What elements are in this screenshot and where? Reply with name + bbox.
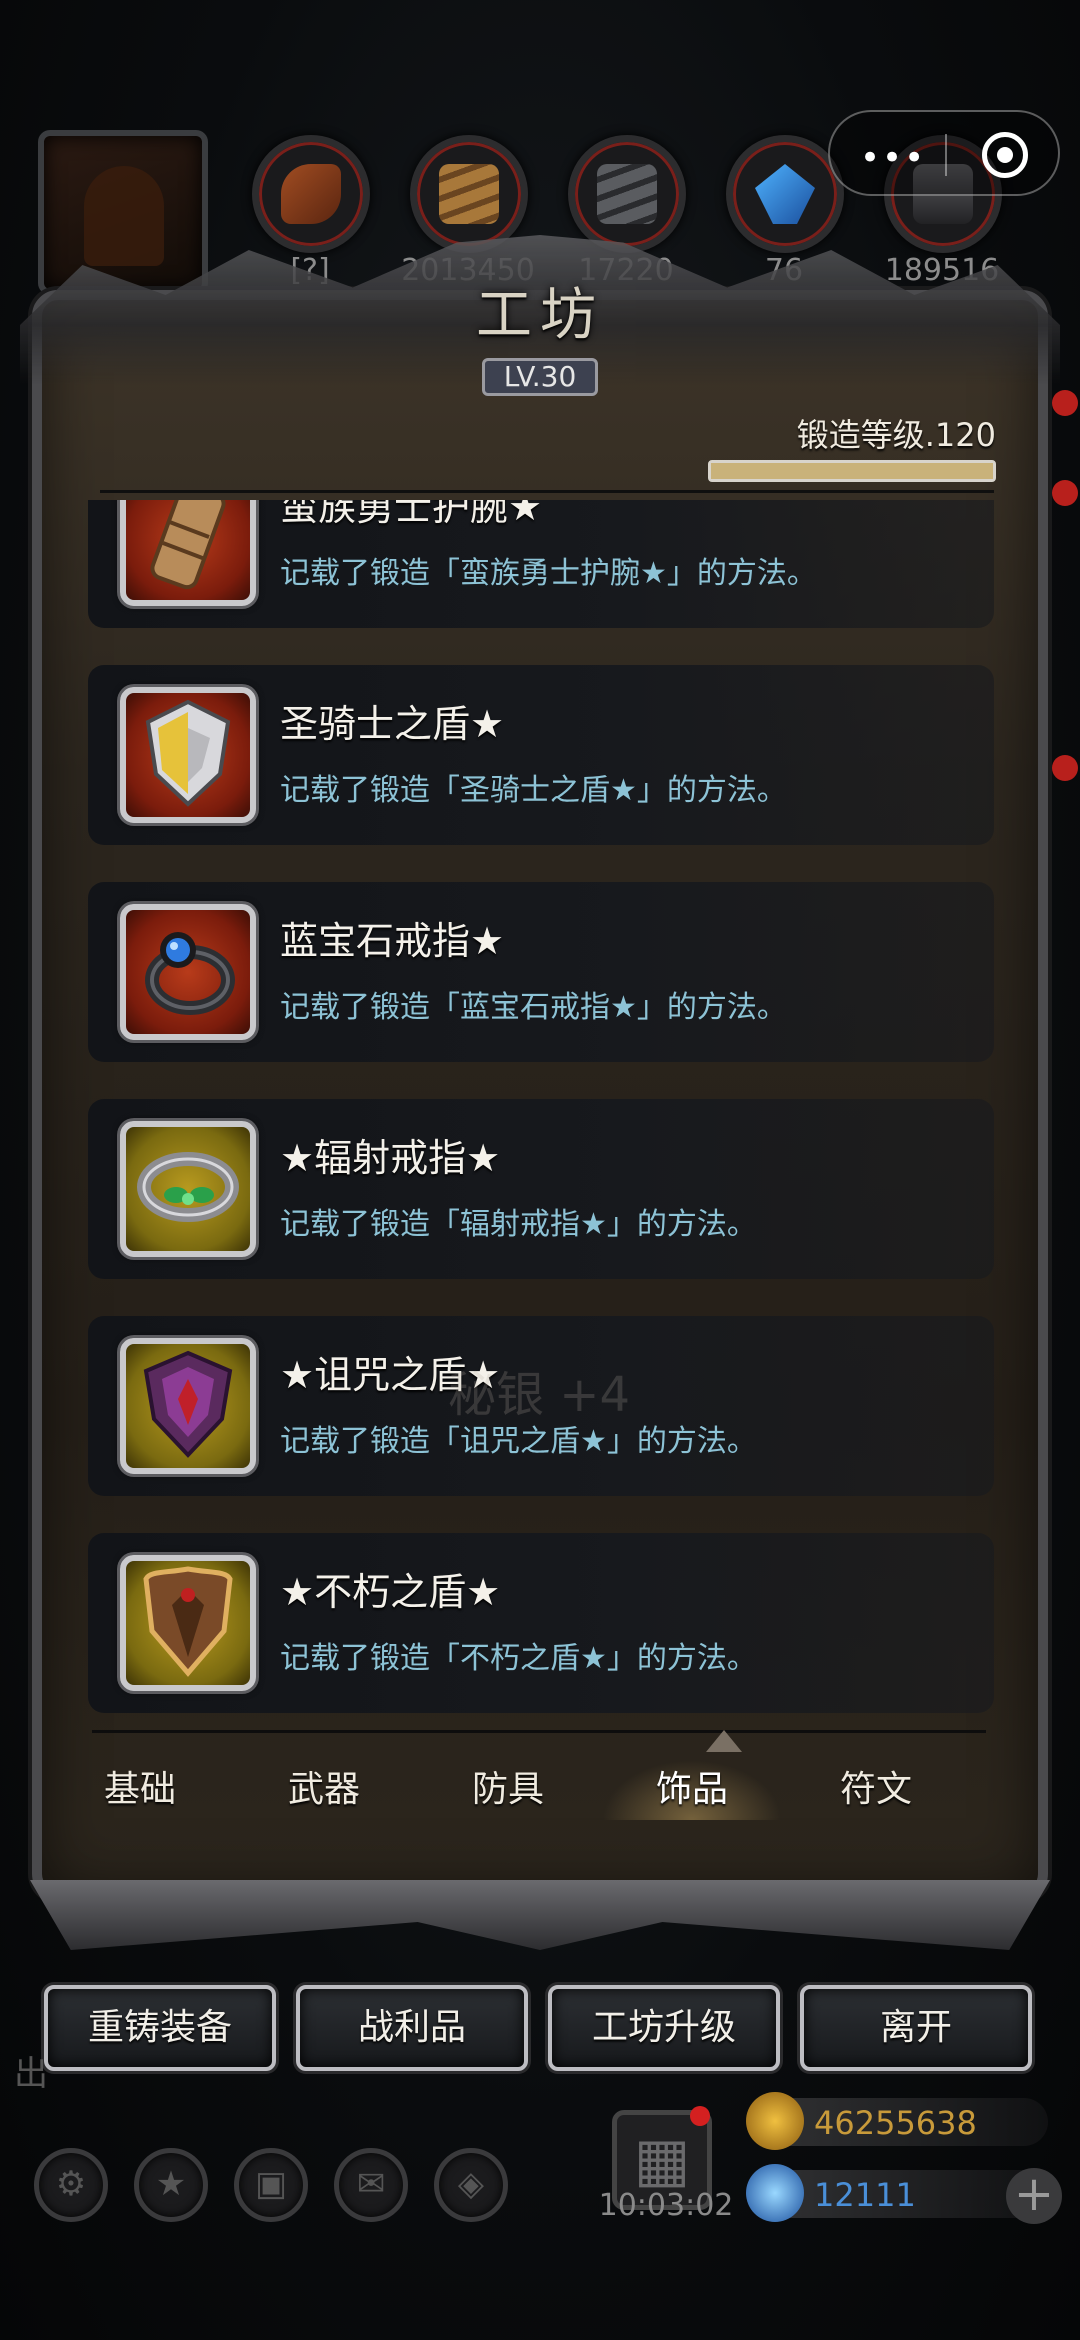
side-label: 出: [14, 2054, 48, 2094]
reforge-button[interactable]: 重铸装备: [44, 1985, 276, 2071]
crystal-resource-icon[interactable]: [726, 135, 844, 253]
more-icon[interactable]: •••: [860, 138, 926, 178]
recipe-name: ★不朽之盾★: [280, 1570, 501, 1614]
forge-level-label: 锻造等级.120: [796, 416, 996, 454]
list-item[interactable]: 蓝宝石戒指★ 记载了锻造「蓝宝石戒指★」的方法。: [88, 882, 994, 1062]
leather-resource-icon[interactable]: [252, 135, 370, 253]
recipe-description: 记载了锻造「不朽之盾★」的方法。: [280, 1641, 757, 1676]
ornate-frame-bottom: [30, 1880, 1050, 1950]
list-item[interactable]: ★辐射戒指★ 记载了锻造「辐射戒指★」的方法。: [88, 1099, 994, 1279]
leave-button[interactable]: 离开: [800, 1985, 1032, 2071]
upgrade-workshop-button[interactable]: 工坊升级: [548, 1985, 780, 2071]
mail-icon[interactable]: ✉: [334, 2148, 408, 2222]
map-icon[interactable]: ◈: [434, 2148, 508, 2222]
tab-accessories[interactable]: 饰品: [602, 1760, 782, 1820]
gem-counter: 12111: [746, 2164, 1048, 2222]
recipe-description: 记载了锻造「蓝宝石戒指★」的方法。: [280, 990, 787, 1025]
action-bar: 重铸装备 战利品 工坊升级 离开: [0, 1985, 1080, 2085]
notification-dot: [1052, 755, 1078, 781]
sapphire-ring-icon: [138, 920, 238, 1024]
iron-resource-icon[interactable]: [568, 135, 686, 253]
item-icon-frame: [120, 904, 256, 1040]
cursed-shield-icon: [140, 1349, 236, 1463]
recipe-description: 记载了锻造「圣骑士之盾★」的方法。: [280, 773, 787, 808]
list-item[interactable]: ★不朽之盾★ 记载了锻造「不朽之盾★」的方法。: [88, 1533, 994, 1713]
floating-reward-text: 秘银 +4: [448, 1367, 631, 1423]
gold-counter: 46255638: [746, 2092, 1048, 2150]
notification-dot: [1052, 480, 1078, 506]
item-icon-frame: [120, 1555, 256, 1691]
wood-resource-icon[interactable]: [410, 135, 528, 253]
recipe-name: 蛮族勇士护腕★: [280, 500, 543, 529]
tab-basic[interactable]: 基础: [50, 1760, 230, 1820]
category-tabs: 基础 武器 防具 饰品 符文: [50, 1740, 1030, 1840]
notification-dot: [1052, 390, 1078, 416]
achievement-icon[interactable]: ★: [134, 2148, 208, 2222]
forge-progress-fill: [711, 463, 993, 479]
list-divider: [100, 490, 994, 493]
paladin-shield-icon: [140, 698, 236, 812]
tab-armor[interactable]: 防具: [418, 1760, 598, 1820]
recipe-name: ★辐射戒指★: [280, 1136, 501, 1180]
miniprogram-capsule: •••: [828, 110, 1060, 196]
list-item[interactable]: 圣骑士之盾★ 记载了锻造「圣骑士之盾★」的方法。: [88, 665, 994, 845]
close-miniprogram-icon[interactable]: [982, 132, 1028, 178]
notification-dot: [690, 2106, 710, 2126]
recipe-list[interactable]: 蛮族勇士护腕★ 记载了锻造「蛮族勇士护腕★」的方法。 圣骑士之盾★ 记载了锻造「…: [88, 500, 994, 1725]
gem-icon: [746, 2164, 804, 2222]
gem-amount: 12111: [814, 2176, 916, 2214]
forge-level-progress: [708, 460, 996, 482]
hooded-figure-icon: [84, 166, 164, 266]
panel-title: 工坊: [476, 283, 604, 348]
add-currency-button[interactable]: +: [1006, 2168, 1062, 2224]
gold-amount: 46255638: [814, 2104, 977, 2142]
radiant-ring-icon: [136, 1147, 240, 1231]
item-icon-frame: [120, 1338, 256, 1474]
armor-icon[interactable]: ▣: [234, 2148, 308, 2222]
tab-runes[interactable]: 符文: [786, 1760, 966, 1820]
item-icon-frame: [120, 500, 256, 606]
settings-icon[interactable]: ⚙: [34, 2148, 108, 2222]
bracer-icon: [143, 500, 233, 595]
tab-weapons[interactable]: 武器: [234, 1760, 414, 1820]
list-divider: [92, 1730, 986, 1733]
list-item[interactable]: 蛮族勇士护腕★ 记载了锻造「蛮族勇士护腕★」的方法。: [88, 500, 994, 628]
recipe-name: 蓝宝石戒指★: [280, 919, 505, 963]
item-icon-frame: [120, 687, 256, 823]
item-icon-frame: [120, 1121, 256, 1257]
capsule-divider: [945, 134, 947, 176]
workshop-level-badge: LV.30: [482, 358, 598, 396]
loot-button[interactable]: 战利品: [296, 1985, 528, 2071]
recipe-description: 记载了锻造「辐射戒指★」的方法。: [280, 1207, 757, 1242]
recipe-description: 记载了锻造「蛮族勇士护腕★」的方法。: [280, 556, 817, 591]
gift-timer: 10:03:02: [598, 2188, 734, 2223]
recipe-name: 圣骑士之盾★: [280, 702, 505, 746]
immortal-shield-icon: [140, 1565, 236, 1681]
gold-coin-icon: [746, 2092, 804, 2150]
